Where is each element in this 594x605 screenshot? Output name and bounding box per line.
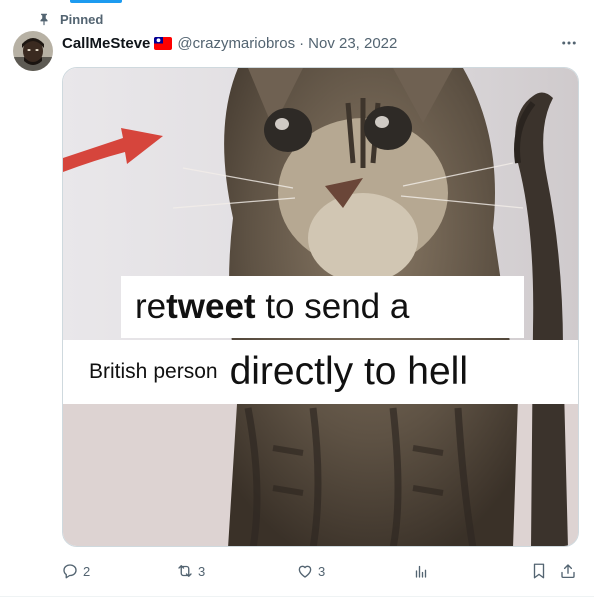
post-date[interactable]: Nov 23, 2022 (308, 35, 397, 52)
post-image[interactable]: re tweet to send a British person directly … (62, 67, 579, 547)
action-bar: 2 3 3 (61, 559, 581, 583)
like-button[interactable]: 3 (296, 559, 325, 583)
repost-button[interactable]: 3 (176, 559, 205, 583)
views-button[interactable] (412, 559, 430, 583)
post-header: CallMeSteve @crazymariobros · Nov 23, 20… (62, 33, 580, 53)
caption-bold-word: tweet (166, 287, 256, 326)
reply-count: 2 (83, 563, 91, 579)
display-name[interactable]: CallMeSteve (62, 35, 150, 52)
share-button[interactable] (559, 559, 577, 583)
bookmark-button[interactable] (530, 559, 548, 583)
pinned-label: Pinned (60, 11, 104, 27)
caption-word-british: British (89, 360, 148, 383)
bookmark-icon (533, 563, 545, 579)
repost-count: 3 (198, 563, 206, 579)
separator-dot: · (299, 34, 305, 52)
caption-rest-line-2: directly to hell (229, 350, 469, 393)
caption-rest: to send a (265, 287, 410, 326)
views-icon (415, 565, 427, 578)
meme-caption-line-2: British person directly to hell (63, 340, 578, 404)
like-icon (298, 565, 312, 578)
meme-caption-line-1: re tweet to send a (121, 276, 524, 338)
reply-button[interactable]: 2 (61, 559, 90, 583)
post-divider (0, 596, 594, 597)
top-accent-bar (70, 0, 122, 3)
pinned-indicator: Pinned (37, 11, 103, 27)
reply-icon (63, 564, 77, 579)
repost-icon (178, 565, 192, 577)
avatar[interactable] (13, 31, 53, 71)
user-handle[interactable]: @crazymariobros (177, 35, 295, 52)
caption-word-person: person (153, 360, 218, 383)
caption-prefix: re (135, 287, 167, 326)
like-count: 3 (318, 563, 326, 579)
share-icon (561, 564, 575, 579)
taiwan-flag-icon (154, 36, 173, 50)
pin-icon (37, 12, 51, 26)
more-button[interactable] (558, 33, 580, 53)
more-icon (562, 41, 576, 45)
